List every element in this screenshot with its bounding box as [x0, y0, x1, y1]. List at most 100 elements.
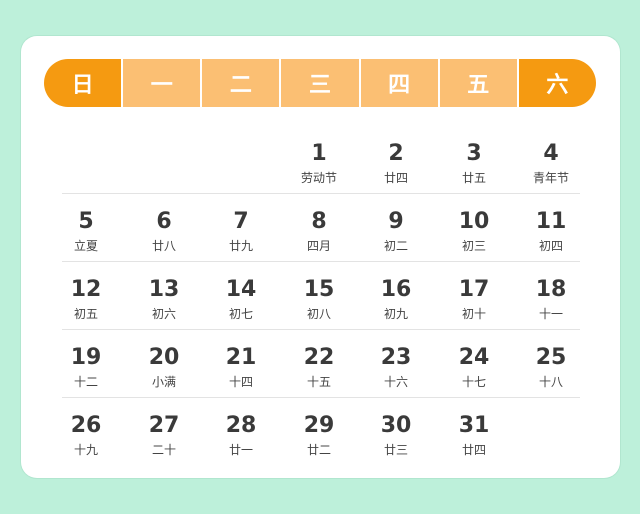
day-subtitle: 廿一	[228, 443, 253, 457]
day-number: 22	[303, 345, 335, 370]
calendar-day[interactable]: 5 立夏	[47, 209, 125, 255]
day-subtitle: 初五	[73, 307, 98, 321]
day-subtitle: 初四	[538, 239, 563, 253]
day-number: 12	[70, 277, 102, 302]
day-number: 20	[148, 345, 180, 370]
day-subtitle: 廿九	[228, 239, 253, 253]
day-subtitle: 立夏	[73, 239, 98, 253]
calendar-day[interactable]: 9 初二	[357, 209, 435, 255]
day-subtitle: 二十	[151, 443, 176, 457]
day-subtitle: 十五	[306, 375, 331, 389]
day-subtitle: 十六	[383, 375, 408, 389]
day-subtitle: 初十	[461, 307, 486, 321]
day-subtitle: 十七	[461, 375, 486, 389]
weekday-tuesday: 二	[200, 59, 280, 107]
day-number: 17	[458, 277, 490, 302]
calendar-day[interactable]: 8 四月	[280, 209, 358, 255]
day-number: 23	[380, 345, 412, 370]
weekday-header: 日 一 二 三 四 五 六	[44, 59, 596, 107]
calendar-day[interactable]: 3 廿五	[435, 141, 513, 187]
row-divider	[62, 193, 580, 194]
day-subtitle: 初二	[383, 239, 408, 253]
calendar-day[interactable]: 7 廿九	[202, 209, 280, 255]
day-number: 1	[311, 141, 327, 166]
day-number: 5	[78, 209, 94, 234]
calendar-day[interactable]: 1 劳动节	[280, 141, 358, 187]
day-subtitle: 十八	[538, 375, 563, 389]
weekday-friday: 五	[437, 59, 517, 107]
day-subtitle: 廿五	[461, 171, 486, 185]
weekday-saturday: 六	[516, 59, 596, 107]
day-number: 7	[233, 209, 249, 234]
day-number: 30	[380, 413, 412, 438]
weekday-wednesday: 三	[279, 59, 359, 107]
calendar-day[interactable]: 2 廿四	[357, 141, 435, 187]
calendar-day[interactable]: 16 初九	[357, 277, 435, 323]
day-subtitle: 廿三	[383, 443, 408, 457]
calendar-day[interactable]: 23 十六	[357, 345, 435, 391]
calendar-day[interactable]: 17 初十	[435, 277, 513, 323]
calendar-day[interactable]: 25 十八	[512, 345, 590, 391]
day-subtitle: 初七	[228, 307, 253, 321]
calendar-day[interactable]: 27 二十	[125, 413, 203, 459]
day-number: 2	[388, 141, 404, 166]
calendar-day[interactable]: 15 初八	[280, 277, 358, 323]
day-subtitle: 十二	[73, 375, 98, 389]
day-number: 31	[458, 413, 490, 438]
day-number: 26	[70, 413, 102, 438]
calendar-day[interactable]: 24 十七	[435, 345, 513, 391]
day-number: 24	[458, 345, 490, 370]
calendar-day[interactable]: 13 初六	[125, 277, 203, 323]
calendar-day[interactable]: 20 小满	[125, 345, 203, 391]
day-number: 27	[148, 413, 180, 438]
calendar-day[interactable]: 11 初四	[512, 209, 590, 255]
calendar-day[interactable]: 22 十五	[280, 345, 358, 391]
weekday-thursday: 四	[358, 59, 438, 107]
day-subtitle: 小满	[151, 375, 176, 389]
row-divider	[62, 261, 580, 262]
calendar-day[interactable]: 10 初三	[435, 209, 513, 255]
calendar-day[interactable]: 14 初七	[202, 277, 280, 323]
weekday-sunday: 日	[44, 59, 122, 107]
calendar-day[interactable]: 30 廿三	[357, 413, 435, 459]
day-number: 21	[225, 345, 257, 370]
day-number: 3	[466, 141, 482, 166]
day-subtitle: 青年节	[532, 171, 569, 185]
day-number: 15	[303, 277, 335, 302]
day-subtitle: 劳动节	[300, 171, 337, 185]
day-subtitle: 廿四	[383, 171, 408, 185]
weekday-monday: 一	[121, 59, 201, 107]
day-subtitle: 初六	[151, 307, 176, 321]
day-number: 4	[543, 141, 559, 166]
day-number: 11	[535, 209, 567, 234]
day-subtitle: 初八	[306, 307, 331, 321]
day-subtitle: 廿四	[461, 443, 486, 457]
day-number: 10	[458, 209, 490, 234]
day-number: 18	[535, 277, 567, 302]
day-number: 9	[388, 209, 404, 234]
day-subtitle: 廿八	[151, 239, 176, 253]
calendar-day[interactable]: 19 十二	[47, 345, 125, 391]
day-subtitle: 十四	[228, 375, 253, 389]
calendar-day[interactable]: 26 十九	[47, 413, 125, 459]
calendar-day[interactable]: 31 廿四	[435, 413, 513, 459]
row-divider	[62, 397, 580, 398]
day-subtitle: 初三	[461, 239, 486, 253]
row-divider	[62, 329, 580, 330]
day-number: 29	[303, 413, 335, 438]
calendar-day[interactable]: 28 廿一	[202, 413, 280, 459]
calendar-day[interactable]: 6 廿八	[125, 209, 203, 255]
day-number: 6	[156, 209, 172, 234]
day-number: 25	[535, 345, 567, 370]
calendar-day[interactable]: 18 十一	[512, 277, 590, 323]
calendar-day[interactable]: 12 初五	[47, 277, 125, 323]
calendar-day[interactable]: 4 青年节	[512, 141, 590, 187]
day-subtitle: 四月	[306, 239, 331, 253]
day-number: 16	[380, 277, 412, 302]
day-subtitle: 廿二	[306, 443, 331, 457]
calendar-day[interactable]: 21 十四	[202, 345, 280, 391]
calendar-day[interactable]: 29 廿二	[280, 413, 358, 459]
day-number: 8	[311, 209, 327, 234]
day-number: 14	[225, 277, 257, 302]
day-number: 13	[148, 277, 180, 302]
